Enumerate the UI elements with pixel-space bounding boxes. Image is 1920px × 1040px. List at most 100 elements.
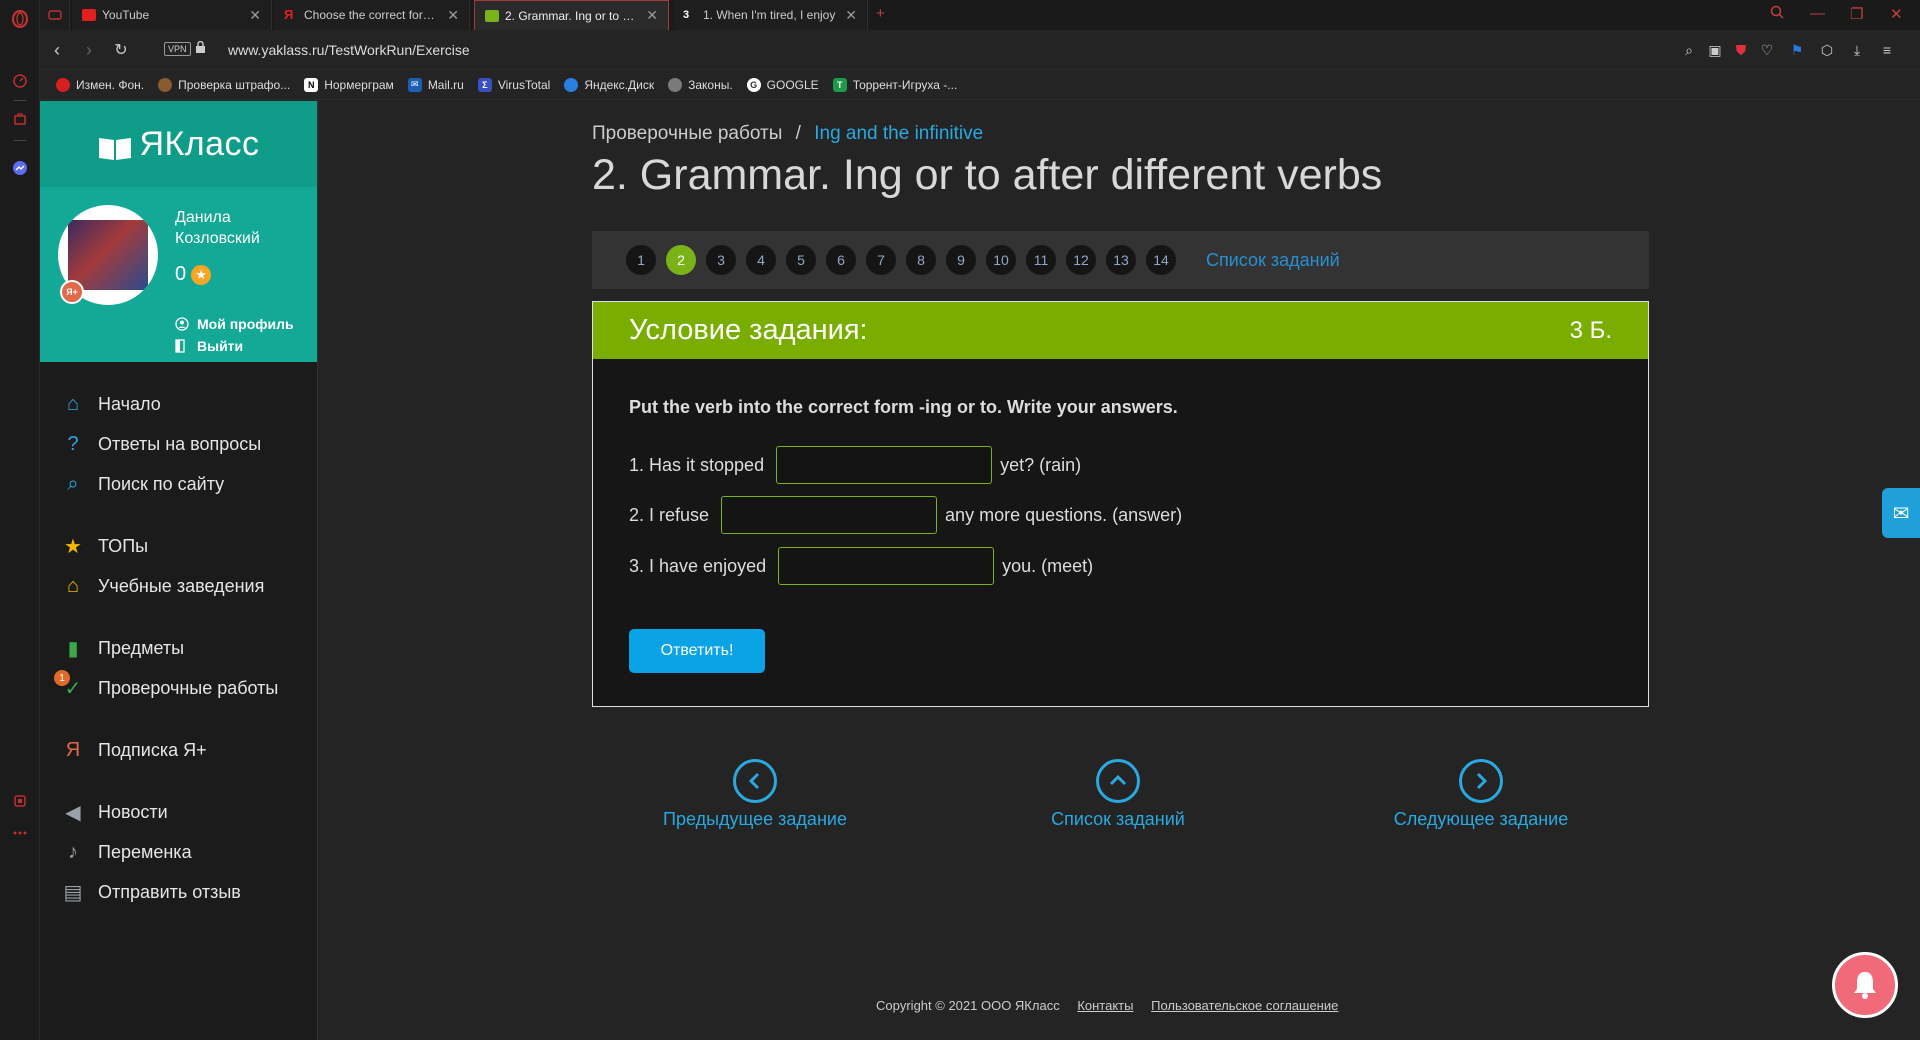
sidebar-item[interactable]: ★ ТОПы [40,526,317,566]
forward-icon[interactable]: › [78,39,100,61]
yaklass-logo[interactable]: ЯКласс [40,101,317,187]
close-icon[interactable]: ✕ [845,7,857,24]
logout-link[interactable]: Выйти [175,338,243,354]
bookmark-item[interactable]: Σ VirusTotal [477,77,550,92]
bookmark-label: Торрент-Игруха -... [852,77,958,92]
settings-sliders-icon[interactable]: ≡ [1878,41,1896,59]
answer-input[interactable] [721,496,938,534]
tab-label: 2. Grammar. Ing or to after [505,8,639,23]
tab-grammar-active[interactable]: 2. Grammar. Ing or to after ✕ [474,0,669,30]
zoom-icon[interactable]: ⌕ [1680,41,1698,59]
reload-icon[interactable]: ↻ [110,39,132,61]
submit-answer-button[interactable]: Ответить! [629,629,765,673]
sidebar-item[interactable]: ▮ Предметы [40,628,317,668]
tab-search-icon[interactable] [1770,5,1784,23]
sidebar-item[interactable]: ⌂ Начало [40,384,317,424]
yaklass-favicon-icon [485,9,499,22]
task-number-button[interactable]: 12 [1066,245,1096,275]
bookmark-item[interactable]: N Нормерграм [304,77,394,92]
megaphone-icon: ◀ [65,801,81,824]
breadcrumb-separator: / [795,123,801,144]
task-number-button[interactable]: 3 [706,245,736,275]
task-number-button[interactable]: 6 [826,245,856,275]
bookmark-item[interactable]: T Торрент-Игруха -... [832,77,958,92]
bookmark-item[interactable]: Яндекс.Диск [564,77,654,92]
previous-task-link[interactable]: Предыдущее задание [625,759,885,830]
tab-choose-correct-form[interactable]: Я Choose the correct form of ✕ [274,0,470,30]
bookmark-label: Mail.ru [427,77,464,92]
sidebar-item[interactable]: ? Ответы на вопросы [40,424,317,464]
answer-input[interactable] [776,446,993,484]
tab-workspace-icon[interactable] [40,0,70,30]
extensions-icon[interactable] [9,790,31,812]
more-icon[interactable] [9,822,31,844]
question-text-before: 2. I refuse [629,504,710,525]
bag-icon[interactable] [9,108,31,130]
bookmark-item[interactable]: Измен. Фон. [56,77,144,92]
task-number-button[interactable]: 10 [986,245,1016,275]
adblock-icon[interactable]: ⛊ [1732,41,1750,59]
close-icon[interactable]: ✕ [249,7,261,24]
breadcrumb-root[interactable]: Проверочные работы [592,123,782,144]
task-number-button[interactable]: 5 [786,245,816,275]
bookmark-item[interactable]: Законы. [668,77,733,92]
window-close-icon[interactable]: ✕ [1890,5,1903,23]
contacts-link[interactable]: Контакты [1077,998,1133,1013]
vpn-badge[interactable]: VPN [164,42,191,56]
heart-icon[interactable]: ♡ [1758,41,1776,59]
back-icon[interactable]: ‹ [46,39,68,61]
opera-logo-icon[interactable] [9,8,31,30]
bookmark-item[interactable]: G GOOGLE [746,77,819,92]
task-number-button[interactable]: 7 [866,245,896,275]
notification-bell-icon[interactable] [1832,952,1898,1018]
sidebar-item-label: Предметы [98,637,185,658]
feedback-mail-icon[interactable]: ✉ [1882,488,1920,538]
flag-icon[interactable]: ⚑ [1788,41,1806,59]
sidebar-item[interactable]: ⌕ Поиск по сайту [40,464,317,504]
task-number-button[interactable]: 1 [626,245,656,275]
messenger-icon[interactable] [9,157,31,179]
task-number-button[interactable]: 13 [1106,245,1136,275]
task-number-button[interactable]: 11 [1026,245,1056,275]
camera-icon[interactable]: ▣ [1706,41,1724,59]
rail-divider [14,100,26,101]
youtube-favicon-icon [82,9,96,21]
task-number-button[interactable]: 14 [1146,245,1176,275]
cube-icon[interactable]: ⬡ [1818,41,1836,59]
sidebar-item[interactable]: ♪ Переменка [40,832,317,872]
next-task-link[interactable]: Следующее задание [1351,759,1611,830]
task-list-link[interactable]: Список заданий [1206,250,1340,271]
sidebar-item-label: Новости [98,801,168,822]
answer-input[interactable] [778,547,995,585]
task-number-button[interactable]: 2 [666,245,696,275]
tab-when-tired[interactable]: 3 1. When I'm tired, I enjoy ✕ [673,0,868,30]
minimize-icon[interactable]: — [1810,5,1825,22]
lock-icon[interactable] [195,40,207,55]
bookmark-item[interactable]: ✉ Mail.ru [407,77,464,92]
task-list-bottom-link[interactable]: Список заданий [988,759,1248,830]
sidebar-item[interactable]: ▤ Отправить отзыв [40,872,317,912]
close-icon[interactable]: ✕ [447,7,459,24]
menu-group: ▮ Предметы ✓ 1 Проверочные работы [40,628,317,708]
url-field[interactable]: www.yaklass.ru/TestWorkRun/Exercise [228,42,470,58]
close-icon[interactable]: ✕ [646,7,658,24]
sidebar-item[interactable]: ✓ 1 Проверочные работы [40,668,317,708]
torrent-icon: T [832,77,847,92]
task-number-button[interactable]: 9 [946,245,976,275]
download-icon[interactable]: ⤓ [1848,41,1866,59]
user-agreement-link[interactable]: Пользовательское соглашение [1151,998,1338,1013]
new-tab-plus-icon[interactable]: + [876,5,885,22]
sidebar-item[interactable]: ⌂ Учебные заведения [40,566,317,606]
speed-dial-icon[interactable] [9,70,31,92]
sidebar-item[interactable]: ◀ Новости [40,792,317,832]
task-number-button[interactable]: 8 [906,245,936,275]
sidebar-item[interactable]: Я Подписка Я+ [40,730,317,770]
my-profile-link[interactable]: Мой профиль [175,316,294,332]
user-name[interactable]: Данила Козловский [175,207,305,249]
task-number-button[interactable]: 4 [746,245,776,275]
tab-youtube[interactable]: YouTube ✕ [72,0,272,30]
bookmark-item[interactable]: Проверка штрафо... [158,77,290,92]
breadcrumb-link[interactable]: Ing and the infinitive [814,123,983,144]
restore-icon[interactable]: ❐ [1850,5,1863,23]
sidebar-item-label: Переменка [98,841,192,862]
